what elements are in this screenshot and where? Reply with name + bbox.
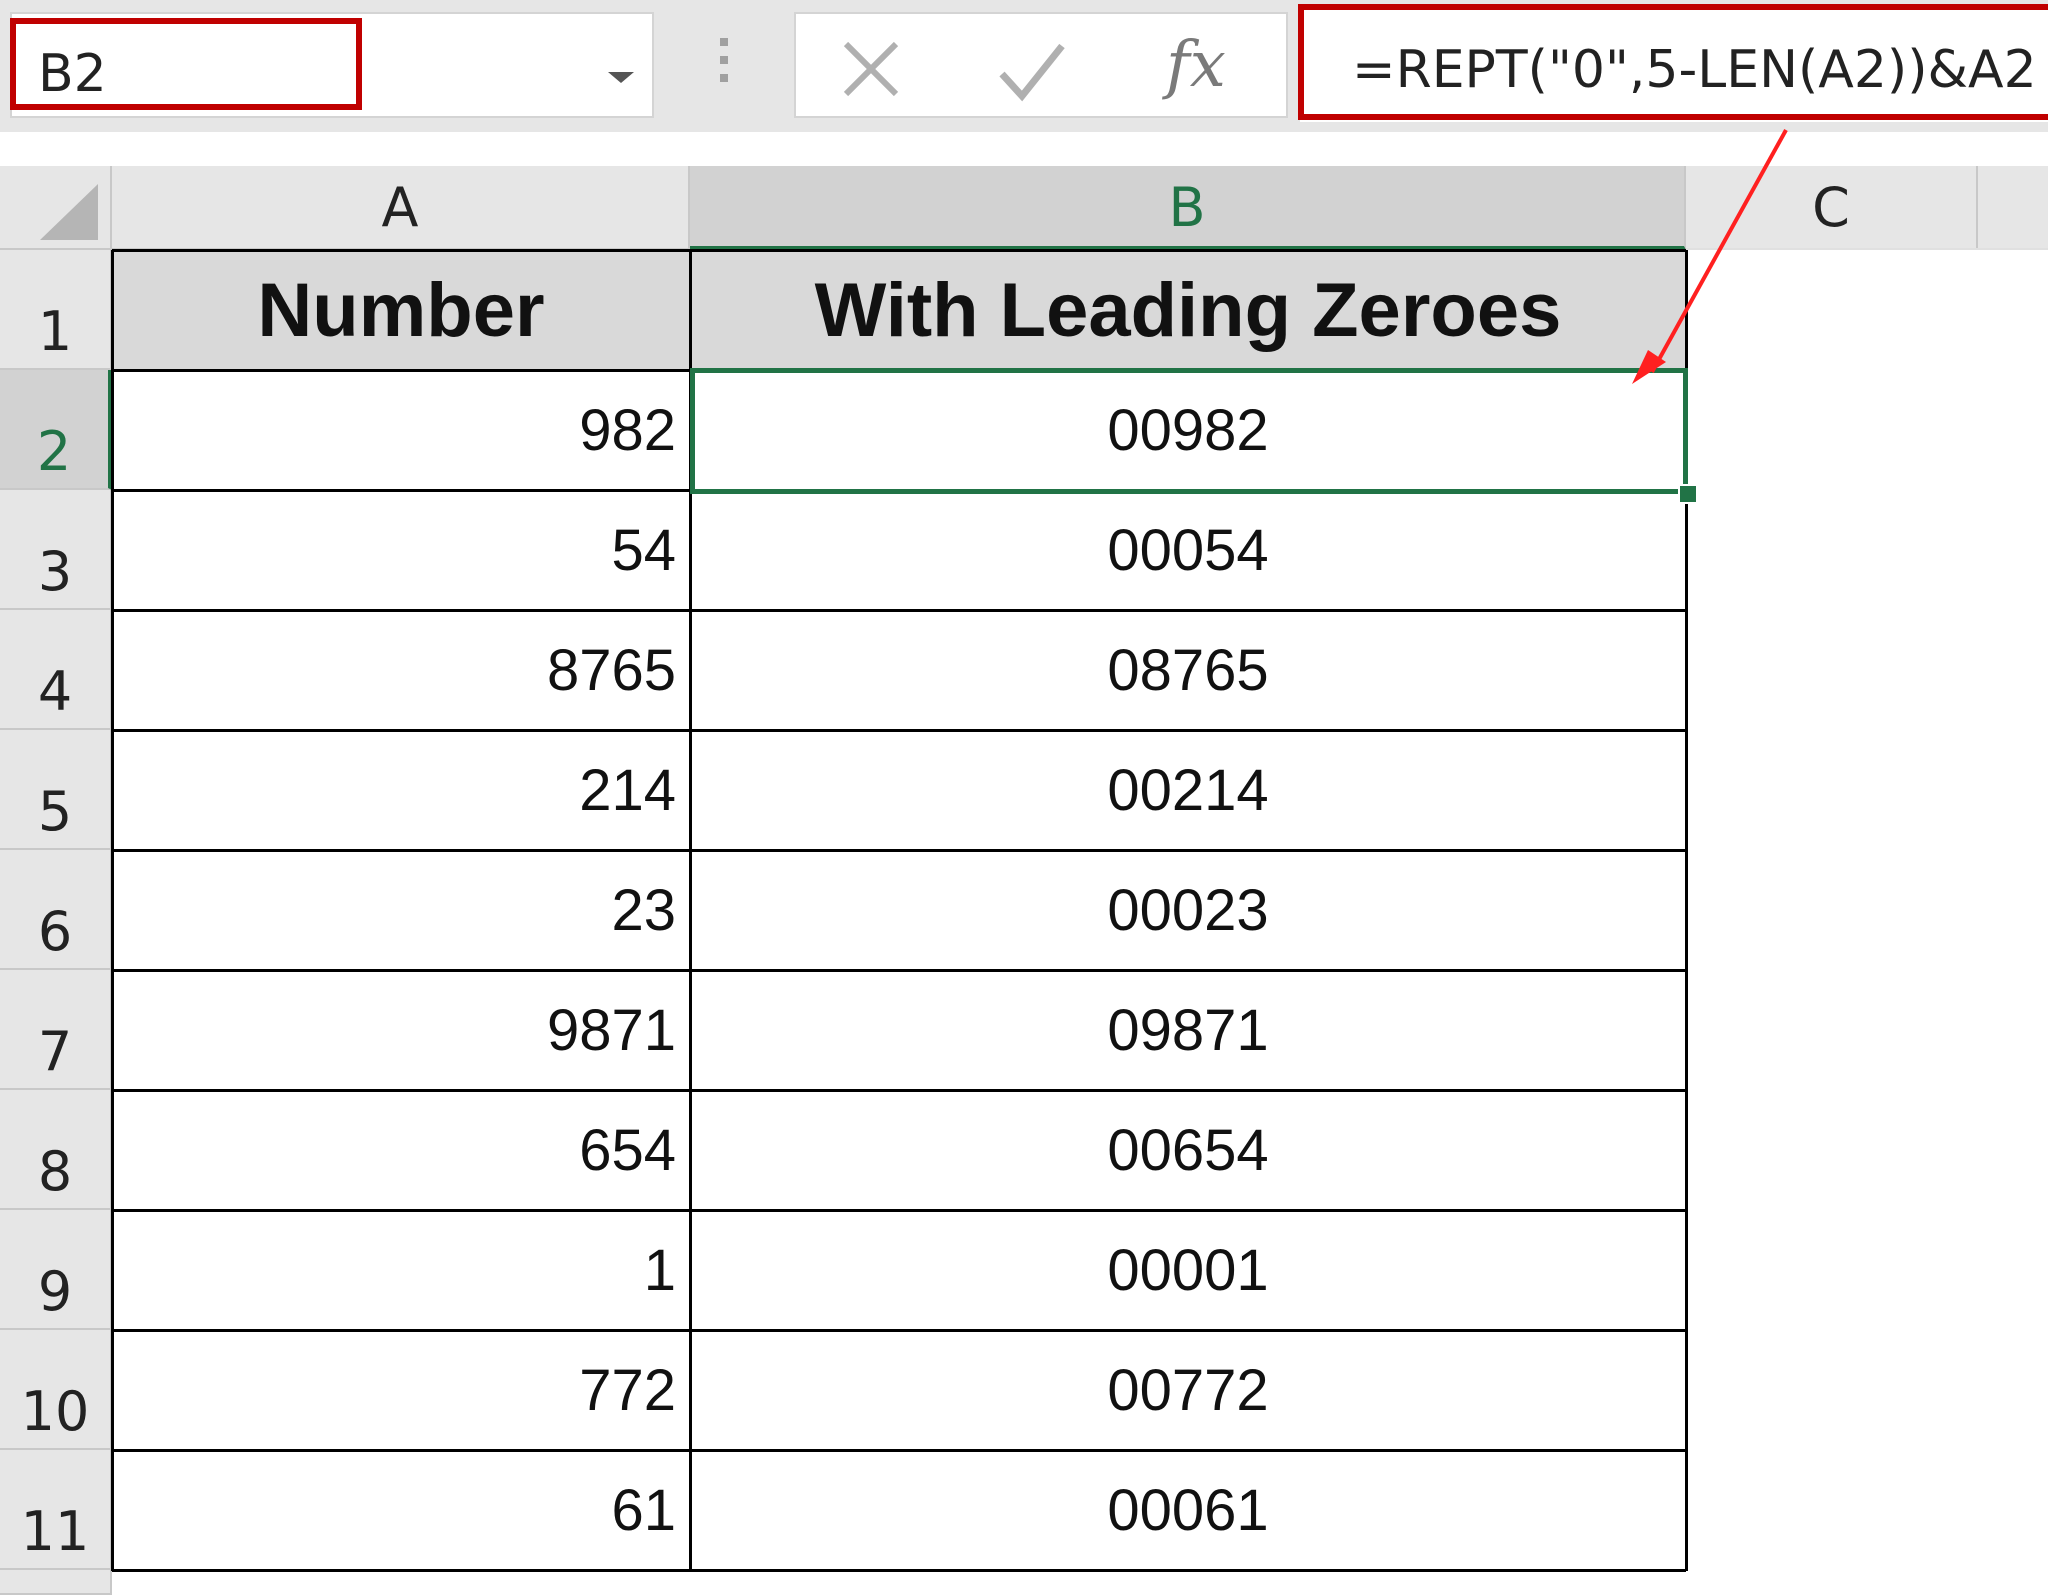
gridline bbox=[1686, 248, 2048, 250]
row-header-11[interactable]: 11 bbox=[0, 1450, 112, 1570]
row-header-3[interactable]: 3 bbox=[0, 490, 112, 610]
fill-handle[interactable] bbox=[1678, 484, 1698, 504]
table-border bbox=[689, 250, 692, 1571]
table-border bbox=[112, 729, 1686, 732]
cell-b9[interactable]: 00001 bbox=[690, 1210, 1686, 1330]
table-border bbox=[112, 969, 1686, 972]
formula-buttons: fx bbox=[794, 12, 1288, 118]
column-header-d[interactable] bbox=[1978, 166, 2048, 250]
table-border bbox=[112, 1089, 1686, 1092]
cell-a3[interactable]: 54 bbox=[112, 490, 690, 610]
row-header-7[interactable]: 7 bbox=[0, 970, 112, 1090]
cell-b3[interactable]: 00054 bbox=[690, 490, 1686, 610]
column-header-c[interactable]: C bbox=[1686, 166, 1978, 250]
column-header-a[interactable]: A bbox=[112, 166, 690, 250]
chevron-down-icon[interactable] bbox=[608, 72, 634, 83]
cell-a7[interactable]: 9871 bbox=[112, 970, 690, 1090]
insert-function-icon[interactable]: fx bbox=[1166, 28, 1226, 102]
drag-handle-icon[interactable] bbox=[720, 38, 728, 94]
cell-a9[interactable]: 1 bbox=[112, 1210, 690, 1330]
cell-b4[interactable]: 08765 bbox=[690, 610, 1686, 730]
table-border bbox=[111, 250, 114, 1571]
cell-b7[interactable]: 09871 bbox=[690, 970, 1686, 1090]
table-border bbox=[112, 489, 1686, 492]
cell-a8[interactable]: 654 bbox=[112, 1090, 690, 1210]
cell-a2[interactable]: 982 bbox=[112, 370, 690, 490]
cell-b1[interactable]: With Leading Zeroes bbox=[690, 250, 1686, 370]
row-header-6[interactable]: 6 bbox=[0, 850, 112, 970]
table-border bbox=[112, 849, 1686, 852]
row-header-12[interactable] bbox=[0, 1570, 112, 1595]
row-header-4[interactable]: 4 bbox=[0, 610, 112, 730]
table-border bbox=[112, 249, 1686, 252]
row-header-8[interactable]: 8 bbox=[0, 1090, 112, 1210]
name-box[interactable]: B2 bbox=[10, 12, 654, 118]
cell-b11[interactable]: 00061 bbox=[690, 1450, 1686, 1570]
cell-a1[interactable]: Number bbox=[112, 250, 690, 370]
select-all-button[interactable] bbox=[0, 166, 112, 250]
table-border bbox=[112, 1329, 1686, 1332]
column-header-b[interactable]: B bbox=[690, 166, 1686, 250]
cell-a6[interactable]: 23 bbox=[112, 850, 690, 970]
row-header-10[interactable]: 10 bbox=[0, 1330, 112, 1450]
table-border bbox=[112, 1209, 1686, 1212]
cell-b2[interactable]: 00982 bbox=[690, 370, 1686, 490]
table-border bbox=[112, 369, 1686, 372]
row-header-1[interactable]: 1 bbox=[0, 250, 112, 370]
cell-a10[interactable]: 772 bbox=[112, 1330, 690, 1450]
cell-b5[interactable]: 00214 bbox=[690, 730, 1686, 850]
checkmark-icon[interactable] bbox=[996, 38, 1068, 104]
name-box-value: B2 bbox=[38, 44, 107, 104]
cancel-icon[interactable] bbox=[836, 34, 906, 104]
formula-bar: B2 fx =REPT("0",5-LEN(A2))&A2 bbox=[0, 0, 2048, 132]
table-border bbox=[112, 1569, 1686, 1572]
cell-b8[interactable]: 00654 bbox=[690, 1090, 1686, 1210]
cell-b6[interactable]: 00023 bbox=[690, 850, 1686, 970]
row-header-9[interactable]: 9 bbox=[0, 1210, 112, 1330]
cell-a4[interactable]: 8765 bbox=[112, 610, 690, 730]
formula-text: =REPT("0",5-LEN(A2))&A2 bbox=[1352, 40, 2037, 100]
row-header-5[interactable]: 5 bbox=[0, 730, 112, 850]
row-header-2[interactable]: 2 bbox=[0, 370, 112, 490]
cell-a5[interactable]: 214 bbox=[112, 730, 690, 850]
cell-a11[interactable]: 61 bbox=[112, 1450, 690, 1570]
table-border bbox=[112, 609, 1686, 612]
table-border bbox=[1685, 250, 1688, 1571]
table-border bbox=[112, 1449, 1686, 1452]
formula-input[interactable]: =REPT("0",5-LEN(A2))&A2 bbox=[1300, 10, 2048, 122]
cell-b10[interactable]: 00772 bbox=[690, 1330, 1686, 1450]
